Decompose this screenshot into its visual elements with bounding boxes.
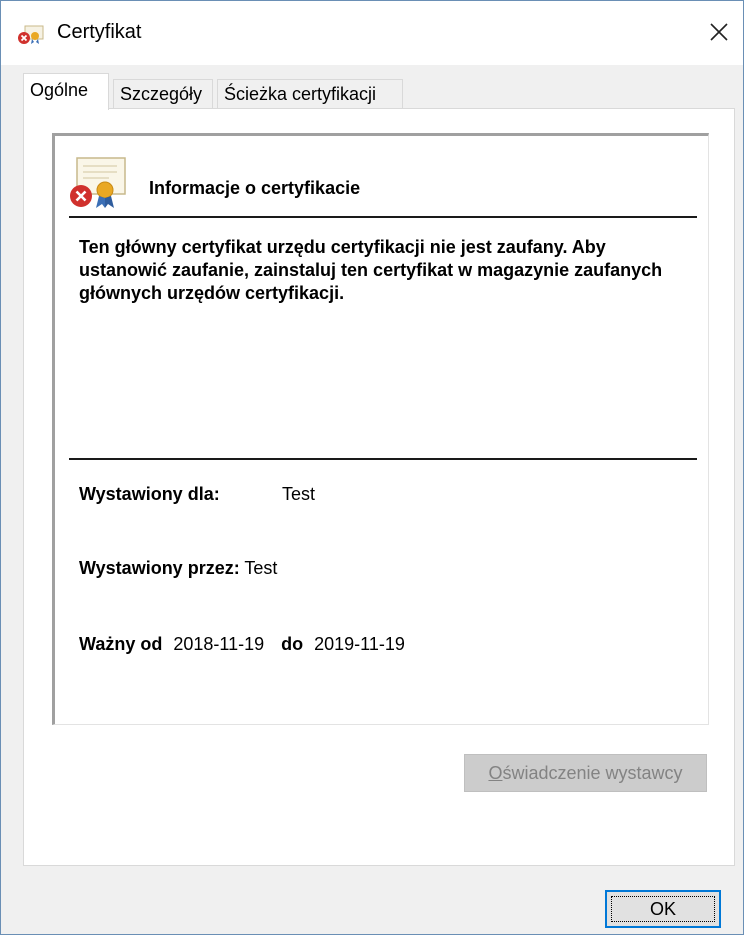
window-title: Certyfikat xyxy=(57,21,142,43)
ok-button[interactable]: OK xyxy=(605,890,721,928)
certificate-dialog: Certyfikat Ogólne Szczegóły Ścieżka cert… xyxy=(0,0,744,935)
tab-certification-path[interactable]: Ścieżka certyfikacji xyxy=(217,79,403,109)
divider xyxy=(69,458,697,460)
validity-row: Ważny od 2018-11-19 do 2019-11-19 xyxy=(79,634,405,655)
tab-details[interactable]: Szczegóły xyxy=(113,79,213,109)
issuer-statement-access-key: O xyxy=(488,762,503,783)
divider xyxy=(69,216,697,218)
title-bar: Certyfikat xyxy=(1,1,743,65)
issued-by-label: Wystawiony przez: xyxy=(79,558,240,578)
tab-general[interactable]: Ogólne xyxy=(23,73,109,110)
info-heading: Informacje o certyfikacie xyxy=(149,178,361,198)
certificate-info-box: Informacje o certyfikacie Ten główny cer… xyxy=(52,133,709,725)
valid-from-label: Ważny od xyxy=(79,634,163,654)
certificate-error-icon xyxy=(17,25,45,45)
focus-rectangle xyxy=(611,896,715,922)
issued-to-row: Wystawiony dla: Test xyxy=(79,484,315,505)
valid-to-value: 2019-11-19 xyxy=(314,634,405,654)
trust-warning-text: Ten główny certyfikat urzędu certyfikacj… xyxy=(79,237,663,303)
valid-to-label: do xyxy=(281,634,304,654)
issued-to-value: Test xyxy=(282,484,316,504)
issuer-statement-button[interactable]: Oświadczenie wystawcy xyxy=(464,754,707,792)
certificate-error-icon xyxy=(69,156,129,210)
issuer-statement-label: świadczenie wystawcy xyxy=(502,762,683,783)
issued-by-row: Wystawiony przez: Test xyxy=(79,558,277,579)
issued-to-label: Wystawiony dla: xyxy=(79,484,220,504)
valid-from-value: 2018-11-19 xyxy=(173,634,265,654)
close-icon xyxy=(709,22,729,47)
issued-by-value: Test xyxy=(244,558,278,578)
close-button[interactable] xyxy=(695,11,743,57)
